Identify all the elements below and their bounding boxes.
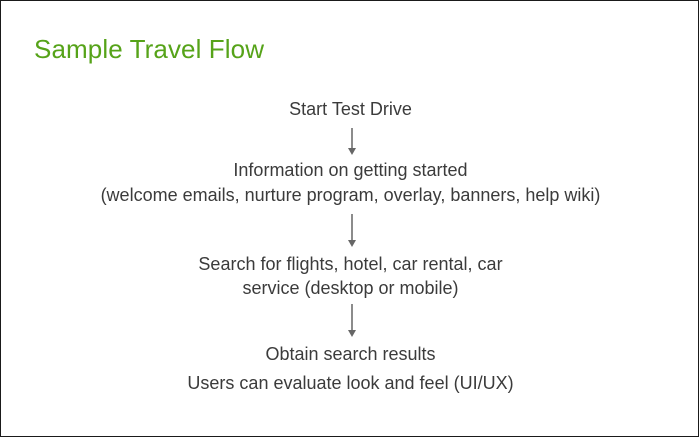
arrow-down-icon	[344, 304, 360, 338]
step-information-title: Information on getting started	[233, 160, 468, 180]
arrow-down-icon	[344, 214, 360, 248]
arrow-down-icon	[344, 128, 360, 156]
step-search-line2: service (desktop or mobile)	[242, 278, 459, 298]
step-evaluate-ui: Users can evaluate look and feel (UI/UX)	[187, 373, 514, 393]
step-obtain-results: Obtain search results	[265, 344, 436, 364]
step-start-test-drive: Start Test Drive	[289, 99, 412, 119]
slide-title: Sample Travel Flow	[34, 34, 265, 64]
step-information-detail: (welcome emails, nurture program, overla…	[100, 185, 601, 205]
slide-frame: Sample Travel Flow Start Test Drive Info…	[0, 0, 699, 437]
step-search-line1: Search for flights, hotel, car rental, c…	[198, 254, 503, 274]
